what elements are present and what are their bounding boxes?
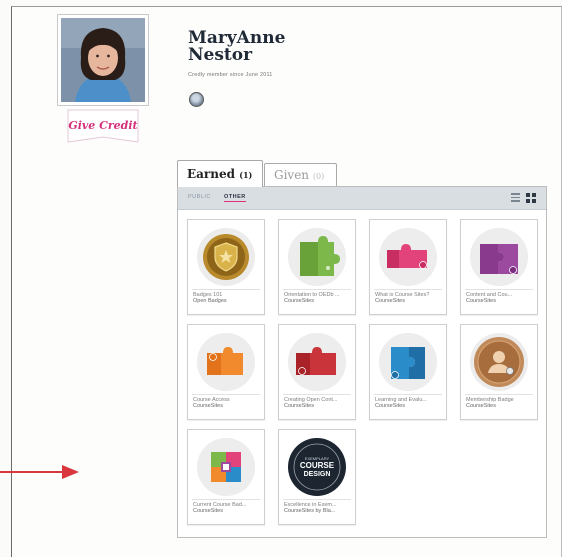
badge-icon-text: DESIGN [304,471,331,478]
badge-issuer: CourseSites [193,403,223,409]
blue-puzzle-badge-icon [379,333,437,391]
user-photo-icon [61,18,145,102]
badge-card[interactable]: Badges 101 Open Badges [187,219,265,315]
badge-card[interactable]: Course Access CourseSites [187,324,265,420]
badge-card[interactable]: Learning and Evalu... CourseSites [369,324,447,420]
multicolor-puzzle-badge-icon [197,438,255,496]
badge-issuer: CourseSites [375,403,405,409]
badge-card[interactable]: Current Course Bad... CourseSites [187,429,265,525]
member-since-text: Credly member since June 2011 [188,72,273,78]
tab-earned[interactable]: Earned (1) [177,160,263,187]
give-credit-button[interactable]: Give Credit [64,108,142,146]
badge-issuer: CourseSites by Bla... [284,508,336,514]
badge-issuer: CourseSites [466,403,496,409]
orange-puzzle-badge-icon [197,333,255,391]
badge-card[interactable]: Content and Cou... CourseSites [460,219,538,315]
badge-card[interactable]: Orientation to OEDb ... CourseSites [278,219,356,315]
badge-icon-text: COURSE [300,461,335,470]
badge-issuer: CourseSites [375,298,405,304]
badge-thumbnail-icon[interactable] [189,92,204,107]
gold-shield-badge-icon [197,228,255,286]
badge-card[interactable]: Creating Open Cont... CourseSites [278,324,356,420]
red-puzzle-badge-icon [288,333,346,391]
bronze-seal-badge-icon [470,333,528,391]
course-design-badge-icon: EXEMPLARY COURSE DESIGN [288,438,346,496]
purple-puzzle-badge-icon [470,228,528,286]
filter-public[interactable]: PUBLIC [188,194,211,200]
green-puzzle-badge-icon [288,228,346,286]
tab-earned-label: Earned [187,167,235,181]
tab-given[interactable]: Given (0) [264,163,337,186]
pink-puzzle-badge-icon [379,228,437,286]
badge-issuer: CourseSites [193,508,223,514]
badge-card[interactable]: EXEMPLARY COURSE DESIGN Excellence in Ex… [278,429,356,525]
tab-given-label: Given [274,168,310,182]
badges-panel: PUBLIC OTHER Badges 101 Open Badges Orie… [177,186,547,538]
panel-toolbar: PUBLIC OTHER [178,187,546,210]
badge-issuer: Open Badges [193,298,227,304]
badge-card[interactable]: Membership Badge CourseSites [460,324,538,420]
badge-issuer: CourseSites [466,298,496,304]
grid-view-icon[interactable] [526,193,536,203]
avatar[interactable] [57,14,149,106]
tab-earned-count: (1) [239,170,253,180]
give-credit-label: Give Credit [68,119,137,132]
badge-card[interactable]: What is Course Sites? CourseSites [369,219,447,315]
tab-given-count: (0) [312,172,325,181]
profile-name: MaryAnne Nestor [188,28,286,65]
annotation-arrow-icon [0,465,79,479]
filter-other[interactable]: OTHER [224,194,246,202]
badge-issuer: CourseSites [284,403,314,409]
list-view-icon[interactable] [511,193,520,202]
badge-issuer: CourseSites [284,298,314,304]
